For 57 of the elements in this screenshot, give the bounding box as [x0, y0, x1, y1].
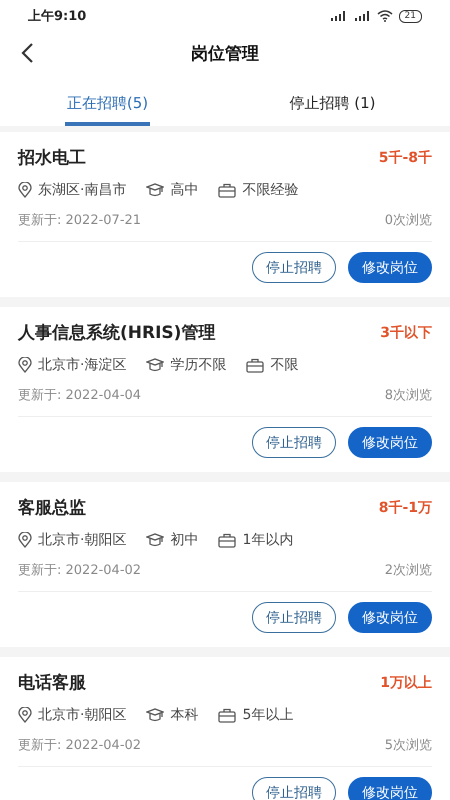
- salary: 3千以下: [380, 324, 432, 342]
- wifi-icon: [376, 10, 393, 22]
- updated-date: 更新于: 2022-07-21: [18, 212, 142, 229]
- job-title: 招水电工: [18, 147, 86, 169]
- view-count: 8次浏览: [384, 387, 432, 404]
- signal-icon: [328, 11, 347, 21]
- stop-hiring-button[interactable]: 停止招聘: [252, 777, 336, 800]
- graduation-cap-icon: [146, 358, 164, 372]
- location-pin-icon: [18, 357, 32, 373]
- location-pin-icon: [18, 182, 32, 198]
- back-icon[interactable]: [20, 42, 34, 64]
- edit-job-button[interactable]: 修改岗位: [348, 252, 432, 283]
- updated-date: 更新于: 2022-04-04: [18, 387, 142, 404]
- edit-job-button[interactable]: 修改岗位: [348, 427, 432, 458]
- location-pin-icon: [18, 707, 32, 723]
- view-count: 2次浏览: [384, 562, 432, 579]
- job-title: 客服总监: [18, 497, 86, 519]
- experience-text: 不限经验: [242, 181, 298, 199]
- stop-hiring-button[interactable]: 停止招聘: [252, 252, 336, 283]
- edit-job-button[interactable]: 修改岗位: [348, 602, 432, 633]
- location-pin-icon: [18, 532, 32, 548]
- experience-text: 不限: [270, 356, 298, 374]
- view-count: 0次浏览: [384, 212, 432, 229]
- stop-hiring-button[interactable]: 停止招聘: [252, 602, 336, 633]
- view-count: 5次浏览: [384, 737, 432, 754]
- briefcase-icon: [218, 532, 236, 548]
- briefcase-icon: [218, 182, 236, 198]
- stop-hiring-button[interactable]: 停止招聘: [252, 427, 336, 458]
- battery-indicator: 21: [398, 10, 422, 22]
- education-text: 高中: [170, 181, 198, 199]
- location-text: 北京市·朝阳区: [38, 531, 126, 549]
- signal-icon: [352, 11, 371, 21]
- education-text: 本科: [170, 706, 198, 724]
- page-title: 岗位管理: [191, 42, 259, 64]
- experience-text: 5年以上: [242, 706, 294, 724]
- edit-job-button[interactable]: 修改岗位: [348, 777, 432, 800]
- briefcase-icon: [218, 708, 236, 722]
- education-text: 初中: [170, 531, 198, 549]
- briefcase-icon: [246, 358, 264, 372]
- experience-text: 1年以内: [242, 531, 294, 549]
- salary: 5千-8千: [378, 148, 432, 166]
- tab[interactable]: 停止招聘 (1): [287, 74, 378, 126]
- graduation-cap-icon: [146, 533, 164, 547]
- job-title: 电话客服: [18, 672, 86, 694]
- location-text: 东湖区·南昌市: [38, 181, 126, 199]
- status-time: 上午9:10: [28, 8, 86, 25]
- education-text: 学历不限: [170, 356, 226, 374]
- salary: 1万以上: [380, 674, 432, 692]
- job-title: 人事信息系统(HRIS)管理: [18, 322, 216, 344]
- updated-date: 更新于: 2022-04-02: [18, 562, 142, 579]
- graduation-cap-icon: [146, 183, 164, 197]
- location-text: 北京市·朝阳区: [38, 706, 126, 724]
- updated-date: 更新于: 2022-04-02: [18, 737, 142, 754]
- tab[interactable]: 正在招聘(5): [64, 74, 150, 126]
- salary: 8千-1万: [378, 498, 432, 516]
- location-text: 北京市·海淀区: [38, 356, 126, 374]
- graduation-cap-icon: [146, 708, 164, 722]
